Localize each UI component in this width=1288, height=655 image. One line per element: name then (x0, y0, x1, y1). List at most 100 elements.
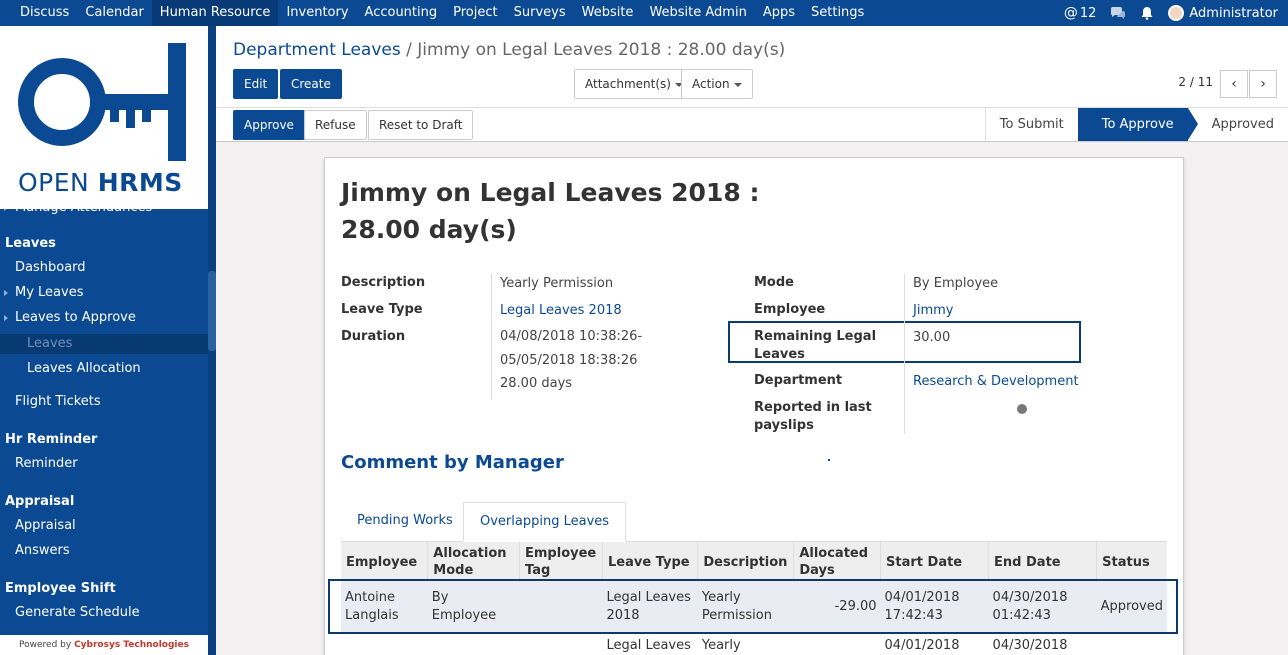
chevron-right-icon: › (1260, 76, 1266, 92)
cell-description: Yearly (697, 632, 794, 655)
leave-type-link[interactable]: Legal Leaves 2018 (500, 299, 622, 322)
sidebar-section-hr-reminder: Hr Reminder (5, 432, 98, 447)
sidebar-scrollbar-thumb[interactable] (208, 271, 216, 351)
department-link[interactable]: Research & Development (913, 370, 1079, 393)
menu-item-website-admin[interactable]: Website Admin (641, 0, 754, 26)
stage-to-approve[interactable]: To Approve (1077, 108, 1198, 141)
sidebar-item-appraisal[interactable]: Appraisal (0, 516, 208, 536)
reported-payslips-checkbox[interactable] (1017, 404, 1027, 414)
logo-wordmark: OPEN HRMS (18, 168, 183, 197)
menu-item-accounting[interactable]: Accounting (357, 0, 446, 26)
sidebar-item-reminder[interactable]: Reminder (0, 454, 208, 474)
col-end-date[interactable]: End Date (988, 542, 1097, 582)
edit-button[interactable]: Edit (233, 69, 279, 99)
avatar (1168, 5, 1185, 21)
sidebar-section-employee-shift: Employee Shift (5, 581, 116, 596)
record-title: Jimmy on Legal Leaves 2018 : 28.00 day(s… (341, 178, 760, 244)
field-divider (904, 274, 905, 434)
menu-item-surveys[interactable]: Surveys (506, 0, 574, 26)
mode-value: By Employee (913, 276, 999, 291)
cell-start-date: 04/01/2018 (880, 632, 989, 655)
chevron-left-icon: ‹ (1231, 76, 1237, 92)
duration-to: 05/05/2018 18:38:26 (500, 353, 638, 368)
sidebar-item-dashboard[interactable]: Dashboard (0, 258, 208, 278)
stage-to-submit[interactable]: To Submit (984, 108, 1078, 141)
col-description[interactable]: Description (697, 542, 794, 582)
overlap-row-highlight (328, 579, 1178, 634)
caret-down-icon (4, 315, 8, 321)
sidebar-item-flight-tickets[interactable]: Flight Tickets (0, 392, 208, 412)
user-menu[interactable]: Administrator (1168, 5, 1278, 21)
pager-next-button[interactable]: › (1249, 70, 1277, 98)
description-label: Description (341, 275, 426, 290)
menu-item-project[interactable]: Project (445, 0, 505, 26)
refuse-button[interactable]: Refuse (304, 110, 367, 140)
sidebar-item-answers[interactable]: Answers (0, 541, 208, 561)
sidebar-section-appraisal: Appraisal (5, 494, 75, 509)
employee-link[interactable]: Jimmy (913, 299, 953, 322)
col-status[interactable]: Status (1096, 542, 1167, 582)
sidebar: Manage Attendances Leaves Dashboard My L… (0, 26, 216, 655)
cell-leave-type: Legal Leaves (602, 632, 698, 655)
col-employee[interactable]: Employee (341, 542, 428, 582)
bell-icon[interactable] (1140, 6, 1154, 20)
breadcrumb-current: Jimmy on Legal Leaves 2018 : 28.00 day(s… (417, 40, 786, 60)
col-start-date[interactable]: Start Date (880, 542, 989, 582)
comment-section-title: Comment by Manager (341, 452, 564, 473)
systray: @12 Administrator (1050, 0, 1278, 26)
tab-overlapping-leaves[interactable]: Overlapping Leaves (463, 502, 627, 542)
at-icon: @ (1063, 5, 1078, 21)
app-menu: Discuss Calendar Human Resource Inventory Ac… (12, 0, 872, 26)
menu-item-website[interactable]: Website (574, 0, 642, 26)
sidebar-item-leaves-to-approve[interactable]: Leaves to Approve (0, 308, 208, 328)
top-navbar: Discuss Calendar Human Resource Inventory Ac… (0, 0, 1288, 26)
stage-pipeline: To Submit To Approve Approved (984, 108, 1288, 141)
tab-pending-works[interactable]: Pending Works (341, 502, 469, 542)
sidebar-item-generate-schedule[interactable]: Generate Schedule (0, 603, 208, 623)
control-panel: Department Leaves / Jimmy on Legal Leave… (216, 26, 1288, 108)
leave-type-label: Leave Type (341, 302, 423, 317)
table-header-row: Employee Allocation Mode Employee Tag Leav… (341, 542, 1167, 582)
menu-item-settings[interactable]: Settings (803, 0, 872, 26)
powered-by-footer[interactable]: Powered by Cybrosys Technologies (0, 635, 208, 655)
stage-approved[interactable]: Approved (1188, 108, 1288, 141)
breadcrumb-parent-link[interactable]: Department Leaves (233, 40, 401, 60)
action-dropdown[interactable]: Action (681, 69, 753, 99)
pager-previous-button[interactable]: ‹ (1220, 70, 1248, 98)
attachments-dropdown[interactable]: Attachment(s) (574, 69, 694, 99)
menu-item-calendar[interactable]: Calendar (77, 0, 151, 26)
mode-label: Mode (754, 275, 794, 290)
col-leave-type[interactable]: Leave Type (601, 542, 698, 582)
cursor-mark (828, 459, 830, 461)
sidebar-section-leaves: Leaves (5, 236, 56, 251)
department-label: Department (754, 373, 843, 388)
menu-item-inventory[interactable]: Inventory (278, 0, 356, 26)
duration-days: 28.00 days (500, 376, 573, 391)
form-statusbar: Approve Refuse Reset to Draft To Submit … (216, 108, 1288, 142)
duration-from: 04/08/2018 10:38:26- (500, 329, 643, 344)
mentions-indicator[interactable]: @12 (1064, 5, 1097, 21)
menu-item-human-resource[interactable]: Human Resource (151, 0, 279, 26)
col-allocated-days[interactable]: Allocated Days (793, 542, 881, 582)
company-logo[interactable]: OPEN HRMS (0, 26, 208, 209)
table-row[interactable]: Legal Leaves Yearly 04/01/2018 04/30/201… (341, 632, 1167, 655)
cell-end-date: 04/30/2018 (988, 632, 1097, 655)
breadcrumb: Department Leaves / Jimmy on Legal Leave… (233, 40, 786, 60)
sidebar-item-leaves[interactable]: Leaves (0, 334, 208, 354)
menu-item-discuss[interactable]: Discuss (12, 0, 77, 26)
approve-button[interactable]: Approve (233, 110, 305, 140)
description-value: Yearly Permission (500, 276, 614, 291)
col-allocation-mode[interactable]: Allocation Mode (427, 542, 520, 582)
sidebar-item-leaves-allocation[interactable]: Leaves Allocation (0, 359, 208, 379)
caret-right-icon (4, 290, 8, 296)
col-employee-tag[interactable]: Employee Tag (519, 542, 603, 582)
reset-to-draft-button[interactable]: Reset to Draft (368, 110, 474, 140)
employee-label: Employee (754, 302, 826, 317)
create-button[interactable]: Create (280, 69, 342, 99)
pager-value[interactable]: 2 / 11 (1178, 75, 1213, 89)
duration-label: Duration (341, 329, 406, 344)
chat-icon[interactable] (1110, 6, 1126, 20)
reported-payslips-label: Reported in last payslips (754, 400, 872, 433)
menu-item-apps[interactable]: Apps (755, 0, 803, 26)
sidebar-item-my-leaves[interactable]: My Leaves (0, 283, 208, 303)
